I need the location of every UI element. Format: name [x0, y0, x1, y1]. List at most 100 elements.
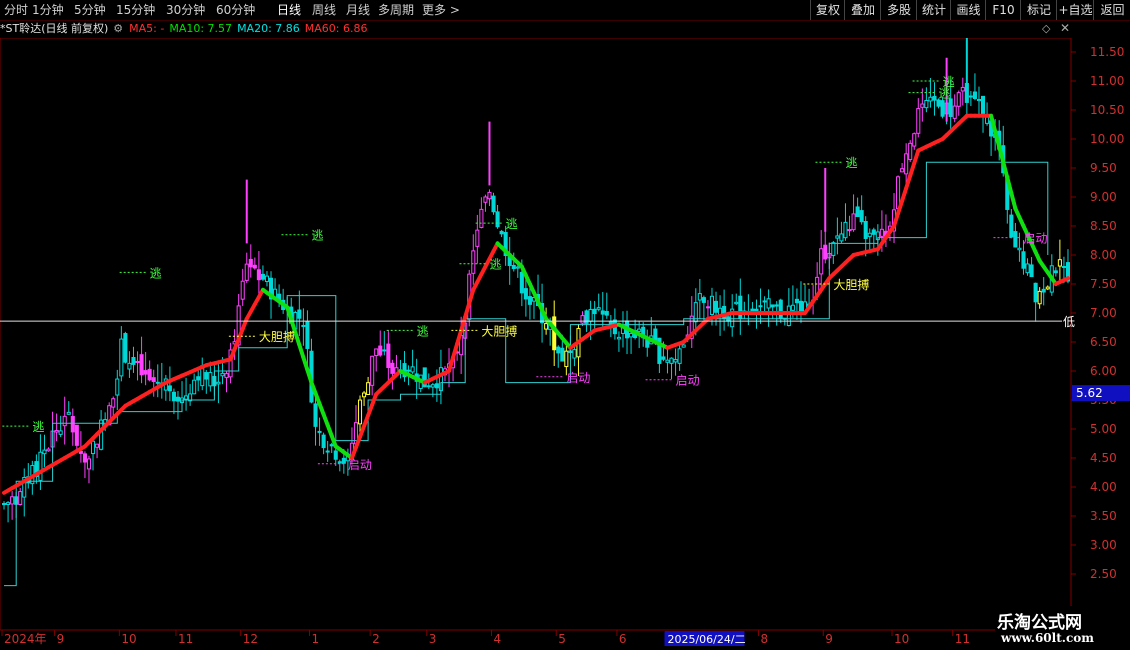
toolbar-button-1[interactable]: 叠加	[844, 0, 881, 20]
ma-segment	[1009, 191, 1018, 211]
candle-body	[74, 424, 79, 446]
stock-title[interactable]: *ST聆达(日线 前复权)	[0, 22, 108, 35]
toolbar-button-8[interactable]: 返回	[1093, 0, 1130, 20]
candle-body	[131, 356, 136, 365]
tab-period-9[interactable]: 多周期	[378, 2, 414, 18]
candle-body	[552, 316, 557, 351]
candle-body	[167, 385, 172, 392]
candle-body	[54, 430, 59, 433]
candle-body	[968, 95, 973, 98]
close-icon[interactable]: ✕	[1060, 21, 1070, 35]
ma-segment	[1001, 160, 1010, 180]
candle-body	[527, 296, 532, 305]
candle-body	[434, 383, 439, 389]
x-label-6: 2	[372, 632, 380, 646]
low-price-label: 低	[1063, 315, 1075, 329]
diamond-icon[interactable]: ◇	[1042, 22, 1050, 35]
candle-body	[426, 385, 431, 388]
ma-segment	[451, 341, 460, 360]
tab-period-4[interactable]: 30分钟	[166, 2, 205, 18]
candle-body	[317, 430, 322, 433]
candle-body	[248, 258, 253, 268]
tab-period-10[interactable]: 更多 >	[422, 2, 460, 18]
candle-body	[604, 311, 609, 316]
toolbar-button-0[interactable]: 复权	[810, 0, 845, 20]
candle-body	[1, 503, 7, 506]
ma10-label: MA10: 7.57	[169, 22, 233, 35]
candle-body	[46, 448, 51, 452]
candle-body	[370, 355, 375, 386]
candle-body	[770, 304, 775, 308]
watermark-title: 乐淘公式网	[997, 613, 1082, 633]
candle-body	[924, 99, 929, 109]
candle-body	[10, 496, 15, 505]
candle-body	[18, 491, 23, 505]
candle-body	[313, 403, 318, 427]
candle-body	[879, 228, 884, 237]
candle-body	[196, 376, 201, 381]
tab-period-8[interactable]: 月线	[346, 2, 370, 18]
candle-body	[155, 381, 160, 384]
candle-body	[475, 229, 480, 247]
candle-body	[831, 242, 836, 256]
candle-body	[588, 308, 593, 322]
candle-body	[264, 275, 270, 282]
candle-body	[980, 95, 986, 118]
candle-body	[90, 440, 96, 455]
x-label-13: 9	[825, 632, 833, 646]
y-tick-label-14: 4.50	[1090, 451, 1117, 465]
tab-period-3[interactable]: 15分钟	[116, 2, 155, 18]
annotation-2: 逃	[311, 229, 323, 243]
candle-body	[564, 350, 569, 368]
settings-icon[interactable]: ⚙	[113, 22, 123, 35]
y-tick-label-7: 8.00	[1090, 248, 1117, 262]
candle-body	[66, 411, 71, 415]
candle-body	[123, 333, 128, 363]
toolbar-button-7[interactable]: +自选	[1056, 0, 1094, 20]
candle-body	[42, 449, 47, 455]
candle-body	[839, 233, 844, 242]
candle-body	[637, 328, 642, 332]
toolbar-button-5[interactable]: F10	[985, 0, 1021, 20]
x-label-5: 1	[311, 632, 319, 646]
x-label-3: 11	[178, 632, 193, 646]
toolbar-button-6[interactable]: 标记	[1020, 0, 1057, 20]
candlestick-chart[interactable]: 11.50 11.00 10.50 10.00 9.50 9.00 8.50 8.00 7.50…	[0, 38, 1130, 650]
candle-body	[341, 457, 346, 464]
candle-body	[184, 395, 189, 400]
candle-body	[479, 208, 484, 228]
y-tick-label-16: 3.50	[1090, 509, 1117, 523]
candle-body	[374, 348, 379, 357]
candle-body	[851, 213, 856, 231]
toolbar-button-4[interactable]: 画线	[950, 0, 986, 20]
y-tick-label-18: 2.50	[1090, 567, 1117, 581]
candle-body	[1053, 270, 1058, 274]
y-tick-label-9: 7.00	[1090, 306, 1117, 320]
toolbar-button-3[interactable]: 统计	[916, 0, 951, 20]
candle-body	[362, 392, 367, 398]
y-tick-label-2: 10.50	[1090, 103, 1124, 117]
candle-body	[95, 443, 100, 448]
tab-period-5[interactable]: 60分钟	[216, 2, 255, 18]
candle-body	[329, 444, 334, 447]
candle-body	[701, 297, 706, 303]
annotation-7: 逃	[489, 258, 501, 272]
tab-period-1[interactable]: 1分钟	[32, 2, 64, 18]
tab-period-6[interactable]: 日线	[277, 2, 301, 18]
tab-period-7[interactable]: 周线	[312, 2, 336, 18]
candle-body	[904, 153, 909, 175]
candle-body	[240, 280, 245, 300]
tab-period-2[interactable]: 5分钟	[74, 2, 106, 18]
candle-body	[1061, 266, 1066, 269]
candle-body	[948, 98, 953, 117]
candle-body	[596, 307, 601, 310]
candle-body	[758, 305, 763, 308]
candle-body	[556, 346, 561, 354]
toolbar-button-2[interactable]: 多股	[880, 0, 917, 20]
candle-body	[600, 310, 605, 315]
y-tick-label-3: 10.00	[1090, 132, 1124, 146]
candle-body	[111, 398, 116, 408]
candle-body	[790, 304, 795, 311]
top-toolbar: 分时 1分钟 5分钟 15分钟 30分钟 60分钟 日线 周线 月线 多周期 更多 > 复权 叠加 多股统…	[0, 0, 1130, 21]
tab-period-0[interactable]: 分时	[4, 2, 28, 18]
